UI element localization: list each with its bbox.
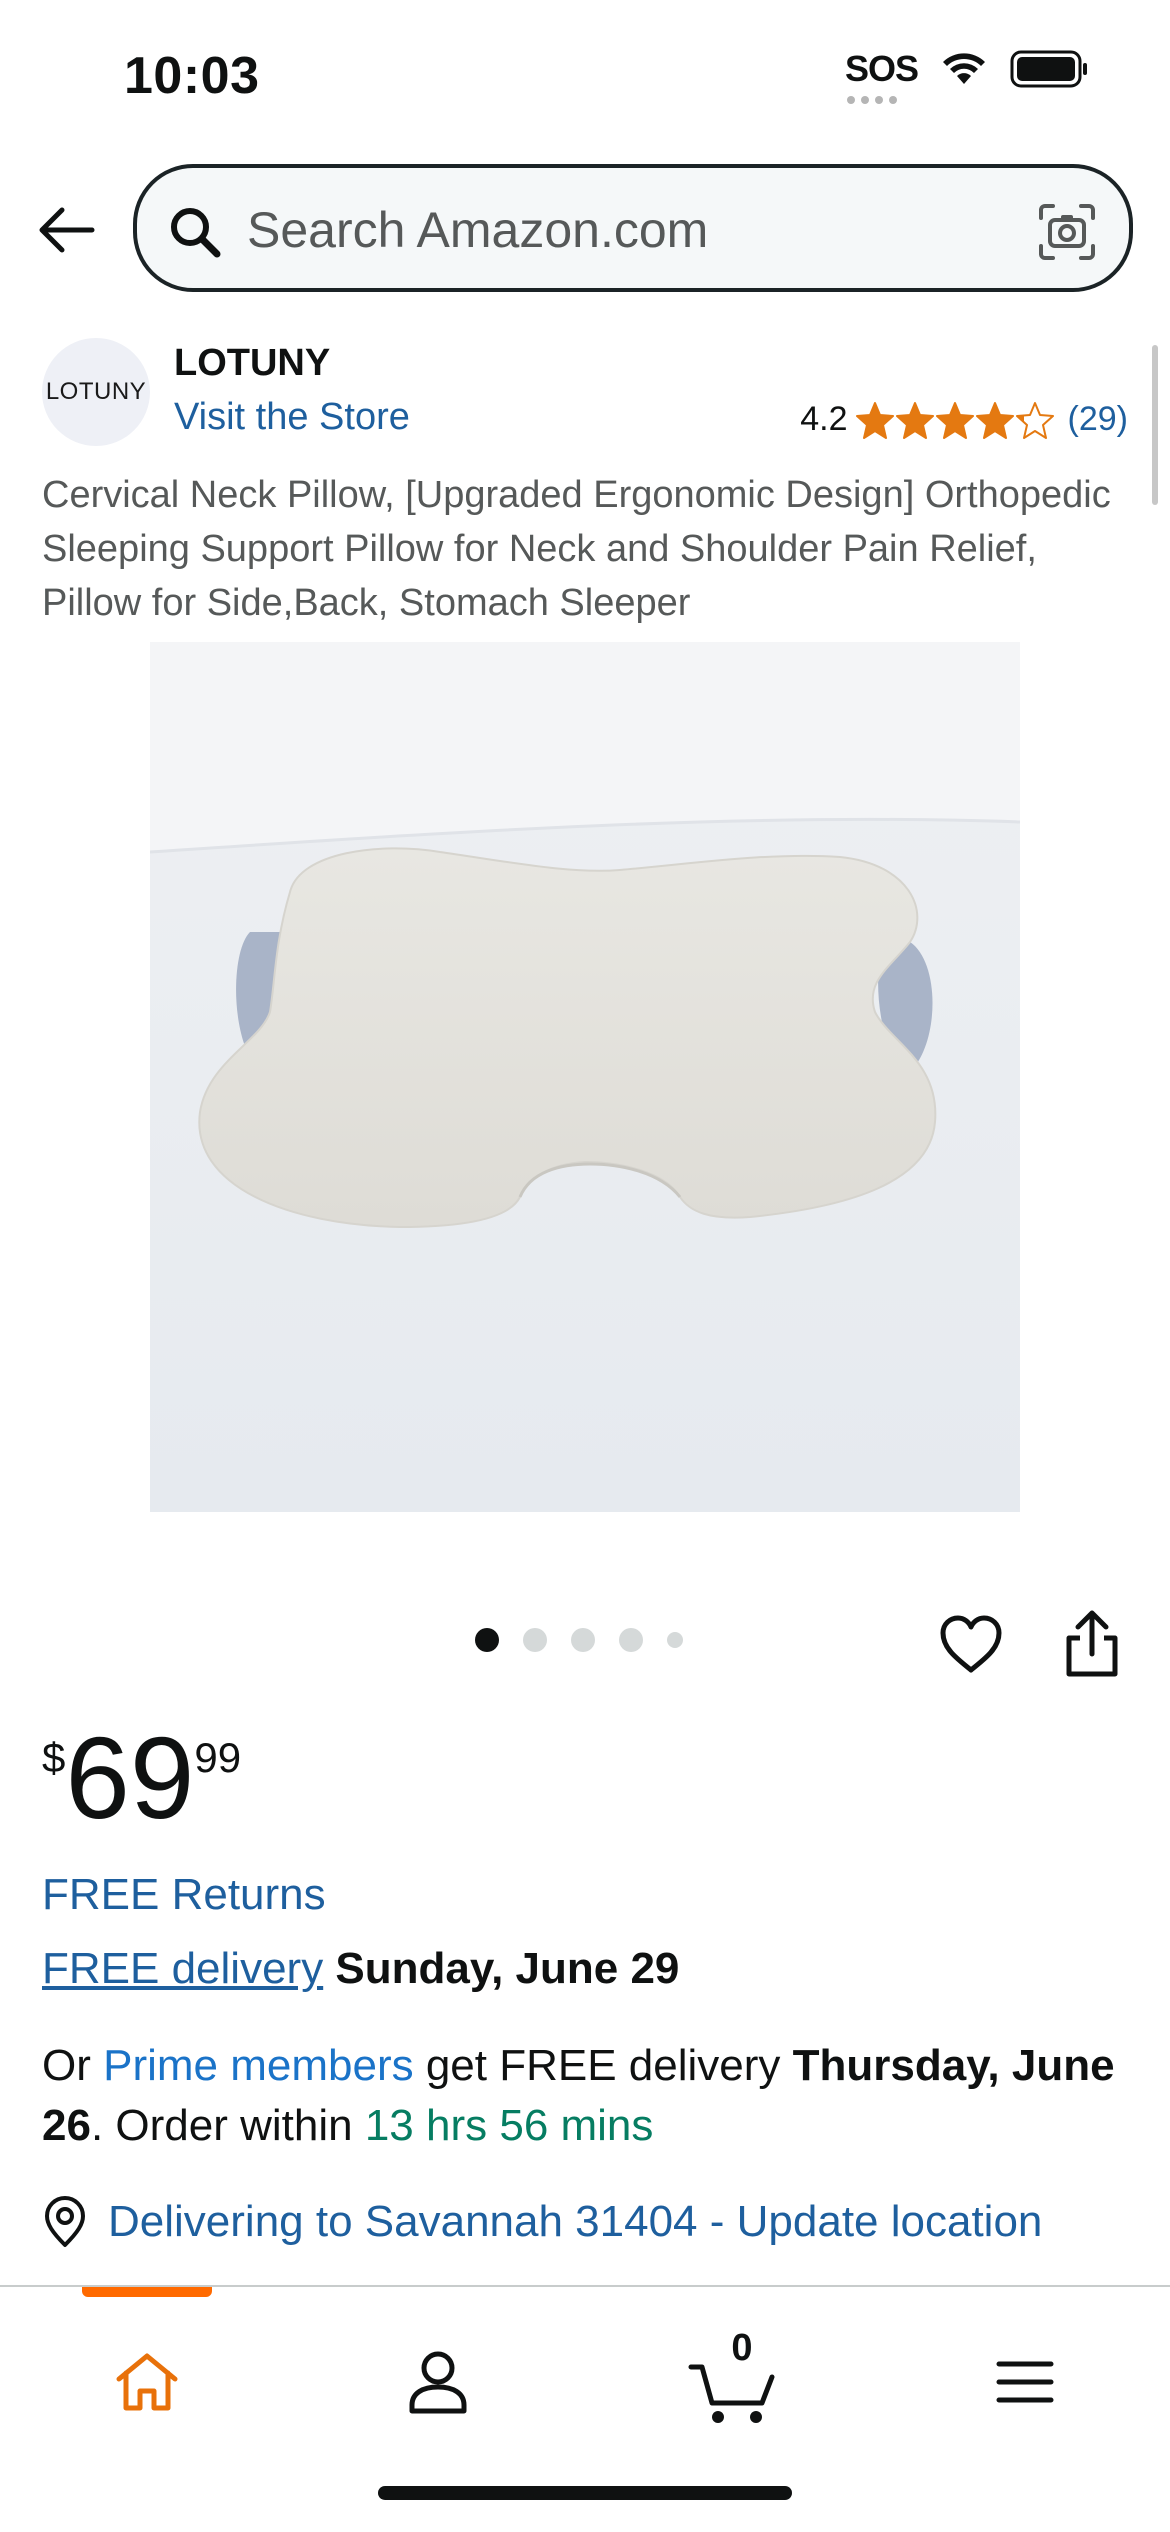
- delivery-location-text: Delivering to Savannah 31404 - Update lo…: [108, 2197, 1043, 2246]
- search-header: [0, 160, 1170, 295]
- prime-members-link[interactable]: Prime members: [103, 2041, 414, 2090]
- status-time: 10:03: [124, 47, 260, 105]
- brand-logo[interactable]: LOTUNY: [42, 338, 150, 446]
- star-rating: [855, 401, 1054, 439]
- price-symbol: $: [42, 1734, 66, 1781]
- visit-store-link[interactable]: Visit the Store: [174, 396, 410, 439]
- prime-prefix: Or: [42, 2041, 104, 2090]
- pillow-image: [150, 642, 1020, 1512]
- scroll-indicator: [1152, 345, 1158, 505]
- free-delivery-date: Sunday, June 29: [335, 1944, 680, 1993]
- cart-count: 0: [731, 2327, 753, 2369]
- search-bar[interactable]: [133, 164, 1133, 292]
- camera-search-icon[interactable]: [1037, 202, 1097, 262]
- free-delivery-info: FREE delivery Sunday, June 29: [42, 1944, 679, 1994]
- product-title: Cervical Neck Pillow, [Upgraded Ergonomi…: [42, 474, 1111, 624]
- share-icon[interactable]: [1062, 1608, 1122, 1678]
- home-icon: [116, 2353, 178, 2411]
- rating-summary[interactable]: 4.2 (29): [800, 400, 1128, 439]
- battery-icon: [1010, 49, 1090, 89]
- prime-middle: get FREE delivery: [413, 2041, 793, 2090]
- order-within-label: . Order within: [90, 2101, 365, 2150]
- sos-dots: [846, 96, 897, 104]
- rating-value: 4.2: [800, 400, 848, 438]
- free-returns-link[interactable]: FREE Returns: [42, 1870, 326, 1920]
- star-icon: [855, 401, 894, 439]
- wifi-icon: [940, 50, 988, 88]
- carousel-dot[interactable]: [475, 1628, 499, 1652]
- carousel-dot[interactable]: [523, 1628, 547, 1652]
- star-icon: [975, 401, 1014, 439]
- nav-active-indicator: [82, 2287, 212, 2297]
- carousel-dot[interactable]: [667, 1632, 683, 1648]
- nav-menu[interactable]: [965, 2327, 1085, 2437]
- home-indicator: [378, 2486, 792, 2500]
- sos-indicator: SOS: [844, 48, 919, 104]
- image-carousel-dots[interactable]: [475, 1628, 683, 1652]
- price-fraction: 99: [194, 1734, 242, 1781]
- account-icon: [409, 2351, 467, 2414]
- nav-home[interactable]: [87, 2327, 207, 2437]
- carousel-dot[interactable]: [571, 1628, 595, 1652]
- back-arrow-icon[interactable]: [34, 198, 98, 262]
- status-bar: 10:03 SOS: [0, 0, 1170, 150]
- order-countdown: 13 hrs 56 mins: [364, 2101, 654, 2150]
- price-whole: 69: [65, 1713, 195, 1843]
- brand-name: LOTUNY: [174, 342, 331, 384]
- product-image[interactable]: [150, 642, 1020, 1512]
- product-price: $ 69 99: [42, 1716, 241, 1840]
- search-input[interactable]: [247, 190, 1007, 270]
- location-pin-icon: [45, 2196, 85, 2247]
- menu-icon: [996, 2361, 1054, 2403]
- free-delivery-link[interactable]: FREE delivery: [42, 1944, 323, 1993]
- search-icon: [171, 208, 221, 258]
- brand-row: LOTUNY LOTUNY Visit the Store 4.2 (29): [0, 330, 1170, 460]
- sos-label: SOS: [844, 48, 919, 89]
- nav-cart[interactable]: 0: [672, 2327, 792, 2437]
- review-count[interactable]: (29): [1068, 400, 1128, 439]
- status-icons: SOS: [844, 48, 1090, 104]
- star-icon: [935, 401, 974, 439]
- heart-icon[interactable]: [938, 1612, 1004, 1678]
- nav-account[interactable]: [378, 2327, 498, 2437]
- carousel-dot[interactable]: [619, 1628, 643, 1652]
- prime-delivery-info: Or Prime members get FREE delivery Thurs…: [42, 2036, 1142, 2156]
- star-icon: [1015, 401, 1054, 439]
- star-icon: [895, 401, 934, 439]
- delivery-location[interactable]: Delivering to Savannah 31404 - Update lo…: [42, 2196, 1042, 2248]
